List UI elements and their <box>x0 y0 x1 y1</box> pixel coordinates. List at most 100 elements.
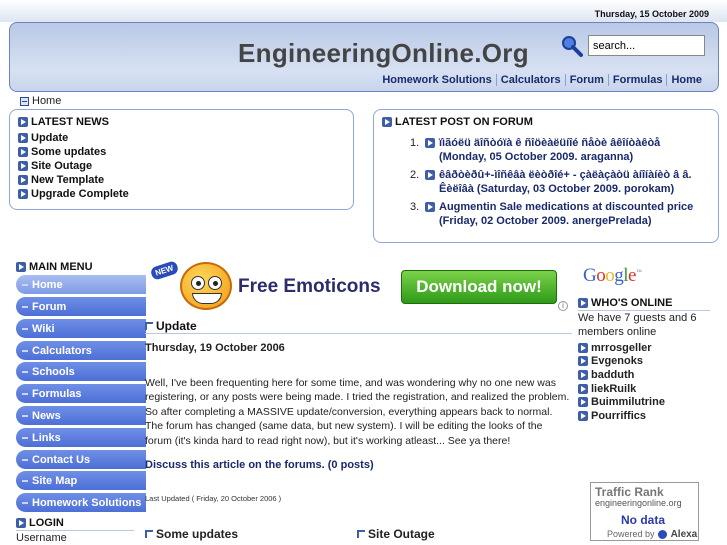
member-name[interactable]: Buimmilutrine <box>591 396 665 408</box>
dash-icon <box>22 392 28 395</box>
article-site-outage: Site Outage <box>357 527 435 541</box>
menu-item-calculators[interactable]: Calculators <box>16 341 146 360</box>
menu-item-wiki[interactable]: Wiki <box>16 319 146 338</box>
menu-item-home[interactable]: Home <box>16 275 146 294</box>
post-link[interactable]: êâðòèðû+-ìîñêâà ëèòðîé+ - çàëàçàòü àíîíà… <box>439 168 710 196</box>
whos-online-title: WHO'S ONLINE <box>591 297 673 309</box>
nav-calculators[interactable]: Calculators <box>495 74 565 86</box>
whos-online-heading: WHO'S ONLINE <box>578 297 672 309</box>
dash-icon <box>22 436 28 439</box>
alexa-traffic-rank-widget[interactable]: Traffic Rank engineeringonline.org No da… <box>590 482 699 541</box>
member-name[interactable]: Evgenoks <box>591 355 643 367</box>
news-item-link[interactable]: Upgrade Complete <box>31 188 129 200</box>
nav-home[interactable]: Home <box>666 74 706 86</box>
smiley-mouth <box>192 293 222 304</box>
news-item-link[interactable]: Update <box>31 132 68 144</box>
article-title-link[interactable]: Site Outage <box>368 527 435 541</box>
online-summary: We have 7 guests and 6 members online <box>578 312 697 338</box>
news-item[interactable]: Upgrade Complete <box>18 187 345 201</box>
breadcrumb: Home <box>20 95 61 107</box>
top-nav: Homework Solutions Calculators Forum For… <box>378 74 706 86</box>
news-item-link[interactable]: New Template <box>31 174 104 186</box>
trademark: ™ <box>635 269 642 276</box>
menu-item-schools[interactable]: Schools <box>16 362 146 381</box>
member-name[interactable]: Pourriffics <box>591 410 646 422</box>
member-item[interactable]: Evgenoks <box>578 355 665 369</box>
arrow-icon <box>425 138 435 148</box>
nav-formulas[interactable]: Formulas <box>607 74 667 86</box>
menu-item-links[interactable]: Links <box>16 428 146 447</box>
member-name[interactable]: mrrosgeller <box>591 342 652 354</box>
site-title[interactable]: EngineeringOnline.Org <box>238 38 529 69</box>
dash-icon <box>22 349 28 352</box>
arrow-icon <box>18 175 28 185</box>
arrow-icon <box>18 161 28 171</box>
arrow-icon <box>425 202 435 212</box>
search-input[interactable] <box>588 35 705 56</box>
post-link[interactable]: ïìãóëü äîñòóïà ê ñîöèàëüíîé ñåòè âêîíòàê… <box>439 136 710 164</box>
main-menu-heading: MAIN MENU <box>16 261 93 273</box>
menu-item-formulas[interactable]: Formulas <box>16 384 146 403</box>
section-arrow-icon <box>578 298 588 308</box>
member-item[interactable]: badduth <box>578 368 665 382</box>
latest-news-panel: LATEST NEWS Update Some updates Site Out… <box>9 109 354 210</box>
dash-icon <box>22 370 28 373</box>
forum-post[interactable]: 2. êâðòèðû+-ìîñêâà ëèòðîé+ - çàëàçàòü àíî… <box>410 168 710 196</box>
smiley-eye <box>208 276 222 290</box>
download-now-button[interactable]: Download now! <box>401 270 557 304</box>
arrow-icon <box>425 170 435 180</box>
google-letter: e <box>628 265 636 286</box>
dash-icon <box>22 458 28 461</box>
dash-icon <box>22 414 28 417</box>
menu-item-site-map[interactable]: Site Map <box>16 471 146 490</box>
ad-info-icon[interactable]: i <box>558 301 568 311</box>
article-title-link[interactable]: Some updates <box>156 527 238 541</box>
discuss-article-link[interactable]: Discuss this article on the forums. (0 p… <box>145 459 374 471</box>
home-icon <box>20 96 29 106</box>
article-title-text[interactable]: Update <box>156 319 197 333</box>
section-arrow-icon <box>16 262 26 272</box>
member-item[interactable]: Buimmilutrine <box>578 395 665 409</box>
arrow-icon <box>578 356 588 367</box>
news-item[interactable]: New Template <box>18 173 345 187</box>
latest-news-heading: LATEST NEWS <box>18 116 345 128</box>
corner-icon <box>145 530 153 538</box>
news-item-link[interactable]: Some updates <box>31 146 106 158</box>
news-item-link[interactable]: Site Outage <box>31 160 92 172</box>
forum-post[interactable]: 3. Augmentin Sale medications at discount… <box>410 200 710 228</box>
nav-forum[interactable]: Forum <box>564 74 608 86</box>
menu-label: Schools <box>32 365 75 378</box>
post-link[interactable]: Augmentin Sale medications at discounted… <box>439 200 710 228</box>
member-name[interactable]: liekRuilk <box>591 383 636 395</box>
forum-post[interactable]: 1. ïìãóëü äîñòóïà ê ñîöèàëüíîé ñåòè âêîíò… <box>410 136 710 164</box>
section-arrow-icon <box>18 117 28 127</box>
breadcrumb-home[interactable]: Home <box>32 95 61 107</box>
google-logo[interactable]: Google™ <box>583 265 642 287</box>
member-name[interactable]: badduth <box>591 369 634 381</box>
member-item[interactable]: mrrosgeller <box>578 341 665 355</box>
menu-label: Contact Us <box>32 453 91 466</box>
online-members-list: mrrosgeller Evgenoks badduth liekRuilk B… <box>578 341 665 423</box>
google-letter: G <box>583 265 597 286</box>
main-menu-title: MAIN MENU <box>29 261 93 273</box>
news-item[interactable]: Some updates <box>18 145 345 159</box>
dash-icon <box>22 327 28 330</box>
menu-label: Site Map <box>32 474 78 487</box>
news-item[interactable]: Site Outage <box>18 159 345 173</box>
latest-news-title: LATEST NEWS <box>31 116 110 128</box>
section-arrow-icon <box>16 518 26 528</box>
menu-item-homework-solutions[interactable]: Homework Solutions <box>16 493 146 512</box>
menu-item-forum[interactable]: Forum <box>16 297 146 316</box>
member-item[interactable]: Pourriffics <box>578 409 665 423</box>
news-item[interactable]: Update <box>18 131 345 145</box>
menu-item-news[interactable]: News <box>16 406 146 425</box>
corner-icon <box>145 322 153 330</box>
member-item[interactable]: liekRuilk <box>578 382 665 396</box>
menu-item-contact-us[interactable]: Contact Us <box>16 450 146 469</box>
arrow-icon <box>578 383 588 394</box>
corner-icon <box>357 530 365 538</box>
emoticons-banner[interactable]: NEW Free Emoticons Download now! i <box>148 258 568 314</box>
nav-homework-solutions[interactable]: Homework Solutions <box>378 74 495 86</box>
arrow-icon <box>578 397 588 408</box>
search-icon[interactable] <box>561 35 583 57</box>
